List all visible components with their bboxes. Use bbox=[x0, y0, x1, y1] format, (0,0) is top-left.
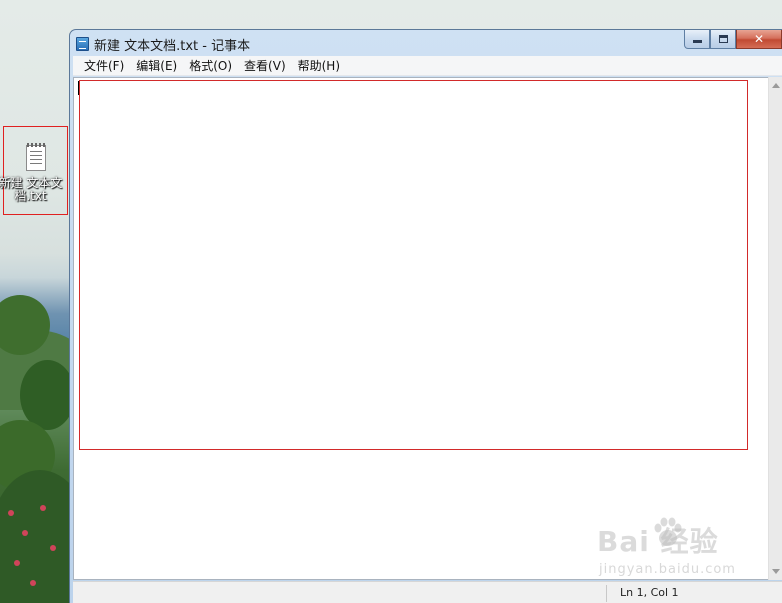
menu-format[interactable]: 格式(O) bbox=[183, 57, 238, 75]
status-divider bbox=[606, 585, 607, 602]
text-editor[interactable] bbox=[73, 77, 768, 580]
watermark-url: jingyan.baidu.com bbox=[599, 562, 736, 577]
title-bar[interactable]: 新建 文本文档.txt - 记事本 ✕ bbox=[70, 30, 782, 56]
menu-bar: 文件(F) 编辑(E) 格式(O) 查看(V) 帮助(H) bbox=[73, 56, 782, 76]
caption-buttons: ✕ bbox=[684, 30, 782, 49]
annotation-highlight-box bbox=[79, 80, 748, 450]
baidu-jingyan-watermark: Bai 经验 jingyan.baidu.com bbox=[597, 517, 747, 580]
menu-edit[interactable]: 编辑(E) bbox=[130, 57, 183, 75]
menu-view[interactable]: 查看(V) bbox=[238, 57, 292, 75]
paw-icon bbox=[654, 517, 682, 546]
maximize-button[interactable] bbox=[710, 30, 736, 49]
scroll-down-arrow-icon[interactable] bbox=[772, 569, 780, 574]
close-icon: ✕ bbox=[753, 32, 765, 46]
desktop-text-file-icon[interactable]: 新建 文本文档.txt bbox=[0, 126, 68, 215]
desktop-icon-label: 新建 文本文档.txt bbox=[0, 176, 63, 203]
maximize-icon bbox=[718, 35, 728, 43]
scroll-up-arrow-icon[interactable] bbox=[772, 83, 780, 88]
minimize-icon bbox=[692, 40, 702, 43]
menu-file[interactable]: 文件(F) bbox=[78, 57, 130, 75]
close-button[interactable]: ✕ bbox=[736, 30, 782, 49]
window-title: 新建 文本文档.txt - 记事本 bbox=[94, 39, 251, 54]
vertical-scrollbar[interactable] bbox=[768, 77, 782, 580]
notepad-app-icon[interactable] bbox=[76, 37, 89, 51]
cursor-position: Ln 1, Col 1 bbox=[620, 586, 679, 599]
desktop-wallpaper bbox=[0, 0, 70, 603]
text-document-icon bbox=[25, 143, 46, 171]
status-bar: Ln 1, Col 1 bbox=[73, 581, 782, 603]
minimize-button[interactable] bbox=[684, 30, 710, 49]
menu-help[interactable]: 帮助(H) bbox=[292, 57, 346, 75]
